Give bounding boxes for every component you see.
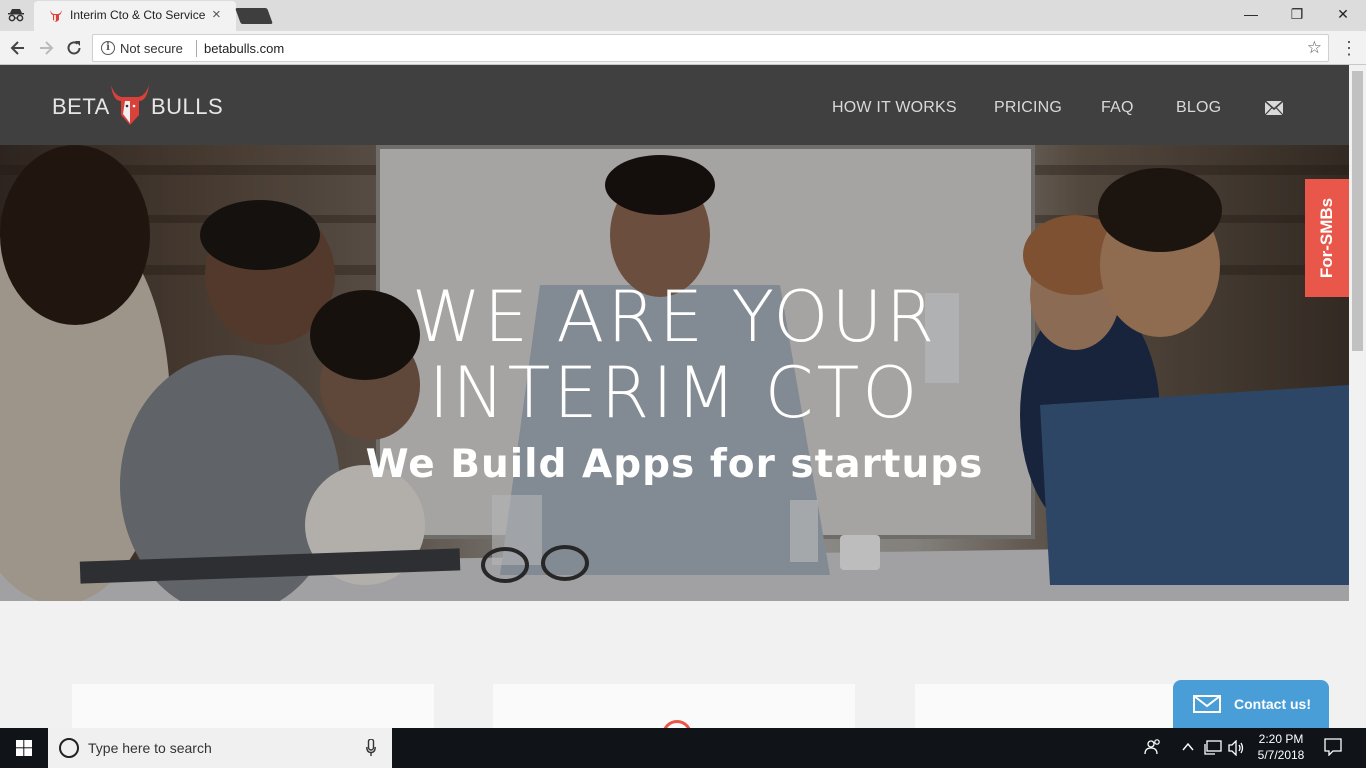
windows-logo-icon	[16, 740, 32, 756]
feature-card	[493, 684, 855, 728]
nav-pricing[interactable]: PRICING	[994, 99, 1062, 117]
hero-title-line2: INTERIM CTO	[428, 352, 921, 434]
security-label[interactable]: Not secure	[120, 41, 183, 56]
forward-arrow-icon[interactable]	[36, 38, 56, 58]
page-scrollbar[interactable]	[1349, 65, 1366, 728]
taskbar-clock[interactable]: 2:20 PM 5/7/2018	[1250, 731, 1312, 763]
clock-time: 2:20 PM	[1258, 732, 1304, 746]
contact-us-button[interactable]: Contact us!	[1173, 680, 1329, 728]
url-text[interactable]: betabulls.com	[204, 41, 284, 56]
browser-toolbar: i Not secure betabulls.com ☆ ⋮	[0, 31, 1366, 65]
start-button[interactable]	[0, 728, 48, 768]
taskbar-search[interactable]: Type here to search	[48, 728, 392, 768]
back-arrow-icon[interactable]	[8, 38, 28, 58]
browser-tab[interactable]: Interim Cto & Cto Services ×	[34, 1, 236, 31]
clock-date: 5/7/2018	[1257, 748, 1305, 762]
hero-subtitle: We Build Apps for startups	[365, 442, 984, 487]
minimize-button[interactable]: —	[1228, 0, 1274, 30]
envelope-icon	[1193, 695, 1221, 713]
address-bar[interactable]: i Not secure betabulls.com ☆	[92, 34, 1329, 62]
card-circle-icon	[662, 720, 692, 728]
bull-favicon-icon	[50, 10, 62, 22]
browser-menu-icon[interactable]: ⋮	[1339, 37, 1359, 59]
volume-icon[interactable]	[1228, 740, 1246, 756]
contact-us-label: Contact us!	[1234, 696, 1311, 712]
people-icon[interactable]	[1144, 738, 1162, 756]
info-icon[interactable]: i	[101, 41, 115, 55]
mail-icon[interactable]	[1265, 101, 1283, 115]
close-window-button[interactable]: ✕	[1320, 0, 1366, 30]
hero-banner: WE ARE YOUR INTERIM CTO We Build Apps fo…	[0, 145, 1349, 601]
for-smbs-tab[interactable]: For-SMBs	[1305, 179, 1349, 297]
logo-text-right: BULLS	[151, 94, 224, 119]
reload-icon[interactable]	[64, 38, 84, 58]
action-center-icon[interactable]	[1324, 738, 1342, 756]
hero-title-line1: WE ARE YOUR	[411, 276, 938, 358]
tab-title: Interim Cto & Cto Services	[70, 8, 205, 22]
for-smbs-label: For-SMBs	[1317, 197, 1336, 279]
maximize-button[interactable]: ❐	[1274, 0, 1320, 30]
search-placeholder: Type here to search	[88, 740, 212, 756]
browser-titlebar: Interim Cto & Cto Services × — ❐ ✕	[0, 0, 1366, 31]
bull-logo-icon	[111, 85, 149, 125]
tab-close-button[interactable]: ×	[212, 6, 221, 24]
feature-card	[72, 684, 434, 728]
chevron-up-icon[interactable]	[1182, 742, 1194, 752]
microphone-icon[interactable]	[366, 739, 376, 757]
scrollbar-thumb[interactable]	[1352, 71, 1363, 351]
logo-text-left: BETA	[52, 94, 110, 119]
omnibox-divider	[196, 40, 197, 57]
network-icon[interactable]	[1204, 740, 1222, 756]
bookmark-star-icon[interactable]: ☆	[1307, 38, 1322, 58]
nav-blog[interactable]: BLOG	[1176, 99, 1221, 117]
new-tab-button[interactable]	[235, 8, 273, 24]
page-viewport: BETA BULLS HOW IT WORKS PRICING FAQ BLOG	[0, 65, 1366, 728]
site-header: BETA BULLS HOW IT WORKS PRICING FAQ BLOG	[0, 65, 1349, 145]
cortana-icon	[59, 738, 79, 758]
nav-faq[interactable]: FAQ	[1101, 99, 1134, 117]
incognito-icon	[8, 9, 24, 22]
nav-how-it-works[interactable]: HOW IT WORKS	[832, 99, 957, 117]
windows-taskbar: Type here to search 2:20 PM 5/7/2018	[0, 728, 1366, 768]
